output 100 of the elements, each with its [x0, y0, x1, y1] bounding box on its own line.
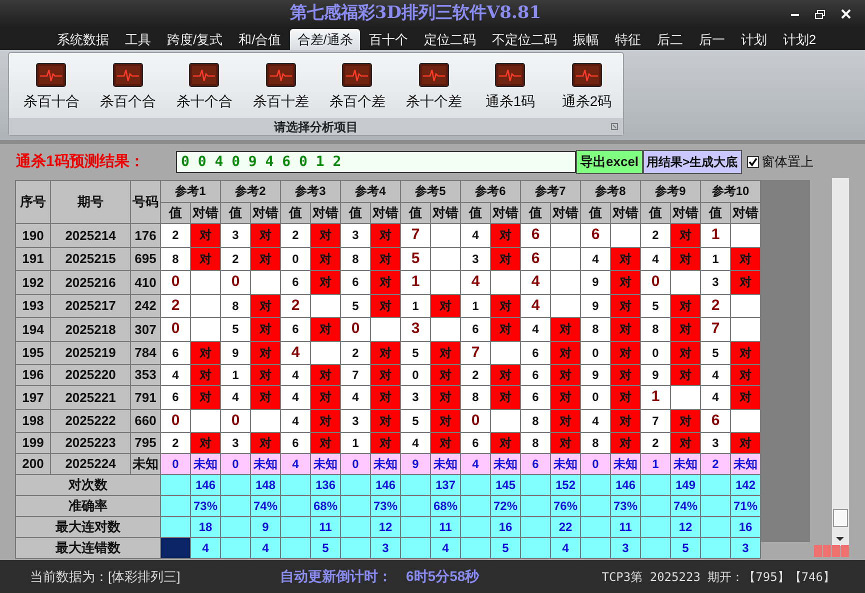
- menu-tab[interactable]: 振幅: [566, 29, 606, 50]
- ecg-monitor-icon[interactable]: [495, 63, 526, 87]
- table-cell: 3: [340, 224, 370, 247]
- menu-tab[interactable]: 定位二码: [416, 29, 483, 50]
- column-header: 对错: [370, 202, 400, 224]
- table-cell: 7: [460, 341, 490, 364]
- table-cell: 对: [610, 247, 640, 270]
- table-cell: 2: [460, 364, 490, 386]
- ribbon-item-label[interactable]: 杀百十合: [23, 91, 80, 112]
- table-cell: 0: [580, 454, 610, 474]
- table-cell: 2025214: [50, 224, 130, 247]
- menu-tab[interactable]: 跨度/复式: [160, 29, 230, 50]
- menu-tab[interactable]: 系统数据: [50, 29, 116, 50]
- ecg-monitor-icon[interactable]: [266, 63, 296, 87]
- table-cell: 对: [250, 364, 280, 386]
- ecg-monitor-icon[interactable]: [36, 63, 66, 87]
- table-cell: 193: [16, 294, 50, 318]
- table-cell: 未知: [250, 454, 280, 474]
- table-cell: 73%: [370, 496, 400, 516]
- ribbon-item-label[interactable]: 通杀2码: [562, 91, 612, 112]
- table-cell: 2: [640, 432, 670, 454]
- table-cell: 8: [640, 318, 670, 341]
- table-cell: 对: [370, 294, 400, 318]
- ribbon-group-label: 请选择分析项目: [274, 118, 358, 136]
- table-cell: 8: [580, 432, 610, 454]
- table-cell: 11: [610, 516, 640, 538]
- table-cell: 0: [460, 409, 490, 432]
- table-cell: 195: [16, 341, 50, 364]
- menu-tab[interactable]: 和/合值: [232, 29, 288, 50]
- ecg-monitor-icon[interactable]: [418, 63, 449, 87]
- menu-tab[interactable]: 计划: [734, 29, 774, 50]
- menu-tab[interactable]: 合差/通杀: [290, 29, 360, 50]
- table-cell: 6: [520, 224, 550, 247]
- table-cell: 未知: [550, 454, 580, 474]
- down-arrow-icon[interactable]: [836, 537, 844, 542]
- table-cell: 最大连对数: [16, 516, 160, 538]
- column-group-header: 参考5: [400, 180, 460, 202]
- ecg-monitor-icon[interactable]: [572, 63, 602, 87]
- table-cell: 198: [16, 409, 50, 432]
- prediction-field[interactable]: 0 0 4 0 9 4 6 0 1 2: [176, 151, 576, 173]
- export-button[interactable]: 导出excel: [576, 150, 643, 174]
- close-icon[interactable]: [841, 9, 851, 19]
- table-cell: 4: [430, 538, 460, 558]
- menu-tab[interactable]: 百十个: [362, 29, 415, 50]
- table-cell: 对: [430, 341, 460, 364]
- checkbox[interactable]: [746, 156, 759, 168]
- ribbon-item-label[interactable]: 杀百个合: [100, 91, 156, 112]
- table-cell: 对: [430, 386, 460, 409]
- table-cell: 4: [220, 386, 250, 409]
- ecg-monitor-icon[interactable]: [342, 63, 372, 87]
- restore-icon[interactable]: [815, 10, 825, 18]
- menu-tab[interactable]: 特征: [608, 29, 648, 50]
- menu-tab[interactable]: 工具: [118, 29, 158, 50]
- table-cell: 6: [160, 341, 190, 364]
- column-group-header: 参考2: [220, 180, 280, 202]
- table-cell: 对: [370, 432, 400, 454]
- scrollbar-thumb[interactable]: [833, 509, 848, 527]
- menu-tab[interactable]: 计划2: [776, 29, 824, 50]
- table-cell: 190: [16, 224, 50, 247]
- table-cell: 146: [610, 474, 640, 496]
- menu-tab[interactable]: 不定位二码: [484, 29, 564, 50]
- scrollbar[interactable]: [832, 178, 849, 546]
- ecg-monitor-icon[interactable]: [189, 63, 220, 87]
- table-cell: 11: [310, 516, 340, 538]
- table-cell: 对: [370, 270, 400, 294]
- table-cell: 5: [220, 318, 250, 341]
- column-header: 对错: [190, 202, 220, 224]
- menu-tab[interactable]: 后二: [650, 29, 690, 50]
- table-cell: 4: [160, 364, 190, 386]
- ribbon-item-label[interactable]: 通杀1码: [485, 91, 536, 112]
- generate-button[interactable]: 用结果>生成大底: [642, 150, 742, 174]
- expand-icon[interactable]: [611, 123, 618, 130]
- column-header: 对错: [490, 202, 520, 224]
- table-cell: 5: [400, 247, 430, 270]
- table-cell: 2: [160, 294, 190, 318]
- table-cell: 对: [610, 318, 640, 341]
- table-cell: 对: [430, 364, 460, 386]
- table-cell: 对: [250, 386, 280, 409]
- ecg-monitor-icon[interactable]: [112, 63, 143, 87]
- ribbon-item-label[interactable]: 杀百十差: [252, 91, 309, 112]
- table-cell: 对: [550, 318, 580, 341]
- table-cell: 1: [640, 454, 670, 474]
- column-group-header: 参考6: [460, 180, 520, 202]
- ribbon-item-label[interactable]: 杀十个合: [176, 91, 232, 112]
- table-cell: 146: [190, 474, 220, 496]
- table-cell: 8: [220, 294, 250, 318]
- table-cell: 6: [520, 454, 550, 474]
- column-header: 号码: [130, 180, 160, 224]
- ribbon-item-label[interactable]: 杀十个差: [406, 91, 462, 112]
- column-header: 值: [400, 202, 430, 224]
- ribbon-item-label[interactable]: 杀百个差: [329, 91, 386, 112]
- menu-tab[interactable]: 后一: [692, 29, 732, 50]
- table-cell: 4: [280, 341, 310, 364]
- table-cell: 784: [130, 341, 160, 364]
- table-cell: 9: [640, 364, 670, 386]
- table-cell: 5: [400, 409, 430, 432]
- table-cell: 1: [700, 224, 730, 247]
- table-cell: 8: [520, 409, 550, 432]
- table-cell: 3: [700, 270, 730, 294]
- minimize-icon[interactable]: [791, 12, 799, 16]
